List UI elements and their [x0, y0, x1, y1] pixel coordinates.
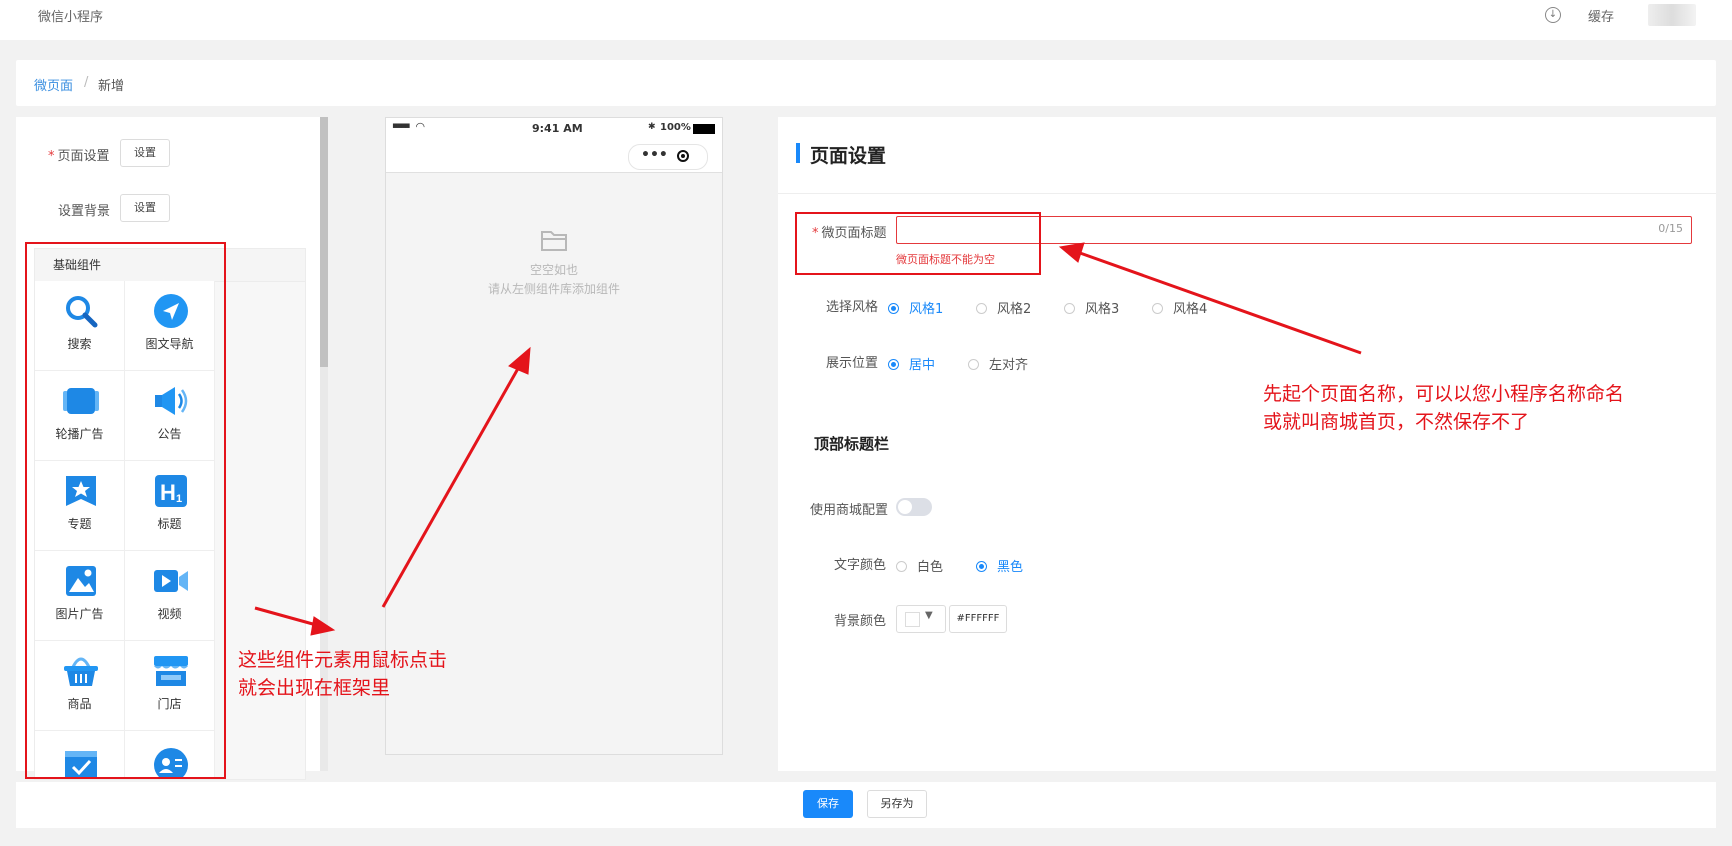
style-radio-3[interactable]: 风格3 [1064, 298, 1119, 317]
left-note-line-1: 这些组件元素用鼠标点击 [238, 649, 448, 671]
right-annotation-note: 先起个页面名称，可以以您小程序名称命名 或就叫商城首页，不然保存不了 [1263, 380, 1624, 436]
divider [778, 193, 1716, 194]
footer-bar: 保存 另存为 [16, 782, 1716, 828]
user-avatar[interactable] [1648, 4, 1696, 26]
page-title-highlight-box [795, 212, 1041, 275]
style-radio-2[interactable]: 风格2 [976, 298, 1031, 317]
phone-time: 9:41 AM [532, 122, 583, 135]
components-highlight-box [25, 242, 226, 779]
battery-percent: 100% [660, 122, 691, 133]
right-note-line-2: 或就叫商城首页，不然保存不了 [1263, 411, 1530, 433]
battery-icon [693, 124, 715, 134]
bg-color-hex[interactable]: #FFFFFF [949, 605, 1007, 633]
style-label: 选择风格 [826, 300, 879, 315]
bg-color-label: 背景颜色 [834, 614, 887, 629]
top-bar: 微信小程序 ↓ 缓存 [0, 0, 1732, 40]
bg-color-picker[interactable]: ▼ [896, 605, 946, 633]
page-settings-button[interactable]: 设置 [120, 139, 170, 167]
left-scrollbar-thumb[interactable] [320, 117, 328, 367]
breadcrumb-current: 新增 [98, 79, 125, 94]
close-target-icon [677, 150, 689, 162]
style-radio-1[interactable]: 风格1 [888, 298, 943, 317]
position-radio-left[interactable]: 左对齐 [968, 354, 1028, 373]
left-note-line-2: 就会出现在框架里 [238, 677, 391, 699]
save-as-button[interactable]: 另存为 [867, 790, 927, 818]
title-accent-bar [796, 143, 800, 163]
background-settings-button[interactable]: 设置 [120, 194, 170, 222]
right-note-line-1: 先起个页面名称，可以以您小程序名称命名 [1263, 383, 1625, 405]
phone-status-bar: ▪▪▪▪ ◠ 9:41 AM ✱ 100% [386, 118, 722, 140]
empty-state: 空空如也 请从左侧组件库添加组件 [386, 228, 722, 297]
position-label: 展示位置 [826, 356, 879, 371]
download-circle-icon[interactable]: ↓ [1545, 7, 1561, 23]
breadcrumb: 微页面 / 新增 [16, 60, 1716, 106]
cache-link[interactable]: 缓存 [1588, 6, 1614, 25]
text-color-radio-black[interactable]: 黑色 [976, 556, 1023, 575]
empty-hint: 请从左侧组件库添加组件 [487, 282, 620, 296]
left-annotation-note: 这些组件元素用鼠标点击 就会出现在框架里 [238, 646, 447, 702]
page-settings-label: * 页面设置 [48, 149, 110, 164]
background-settings-label: 设置背景 [58, 204, 111, 219]
mini-program-capsule: ••• [628, 144, 708, 170]
top-bar-section-title: 顶部标题栏 [814, 435, 890, 453]
text-color-radio-white[interactable]: 白色 [896, 556, 943, 575]
char-count: 0/15 [1658, 222, 1683, 235]
folder-icon [541, 231, 567, 251]
save-button[interactable]: 保存 [803, 790, 853, 818]
text-color-label: 文字颜色 [834, 558, 887, 573]
phone-nav-bar: ••• [386, 140, 722, 173]
use-mall-config-label: 使用商城配置 [810, 503, 889, 518]
color-swatch [905, 612, 920, 627]
app-name: 微信小程序 [38, 10, 104, 25]
panel-title: 页面设置 [810, 145, 887, 167]
breadcrumb-separator: / [84, 75, 89, 90]
style-radio-4[interactable]: 风格4 [1152, 298, 1207, 317]
empty-title: 空空如也 [529, 263, 578, 277]
chevron-down-icon: ▼ [925, 610, 933, 621]
signal-icon: ▪▪▪▪ [392, 121, 410, 131]
bluetooth-icon: ✱ [648, 122, 656, 132]
position-radio-center[interactable]: 居中 [888, 354, 935, 373]
wifi-icon: ◠ [416, 120, 425, 133]
more-dots-icon: ••• [641, 147, 668, 163]
breadcrumb-micro-page-link[interactable]: 微页面 [34, 75, 73, 94]
use-mall-config-toggle[interactable] [896, 498, 932, 516]
